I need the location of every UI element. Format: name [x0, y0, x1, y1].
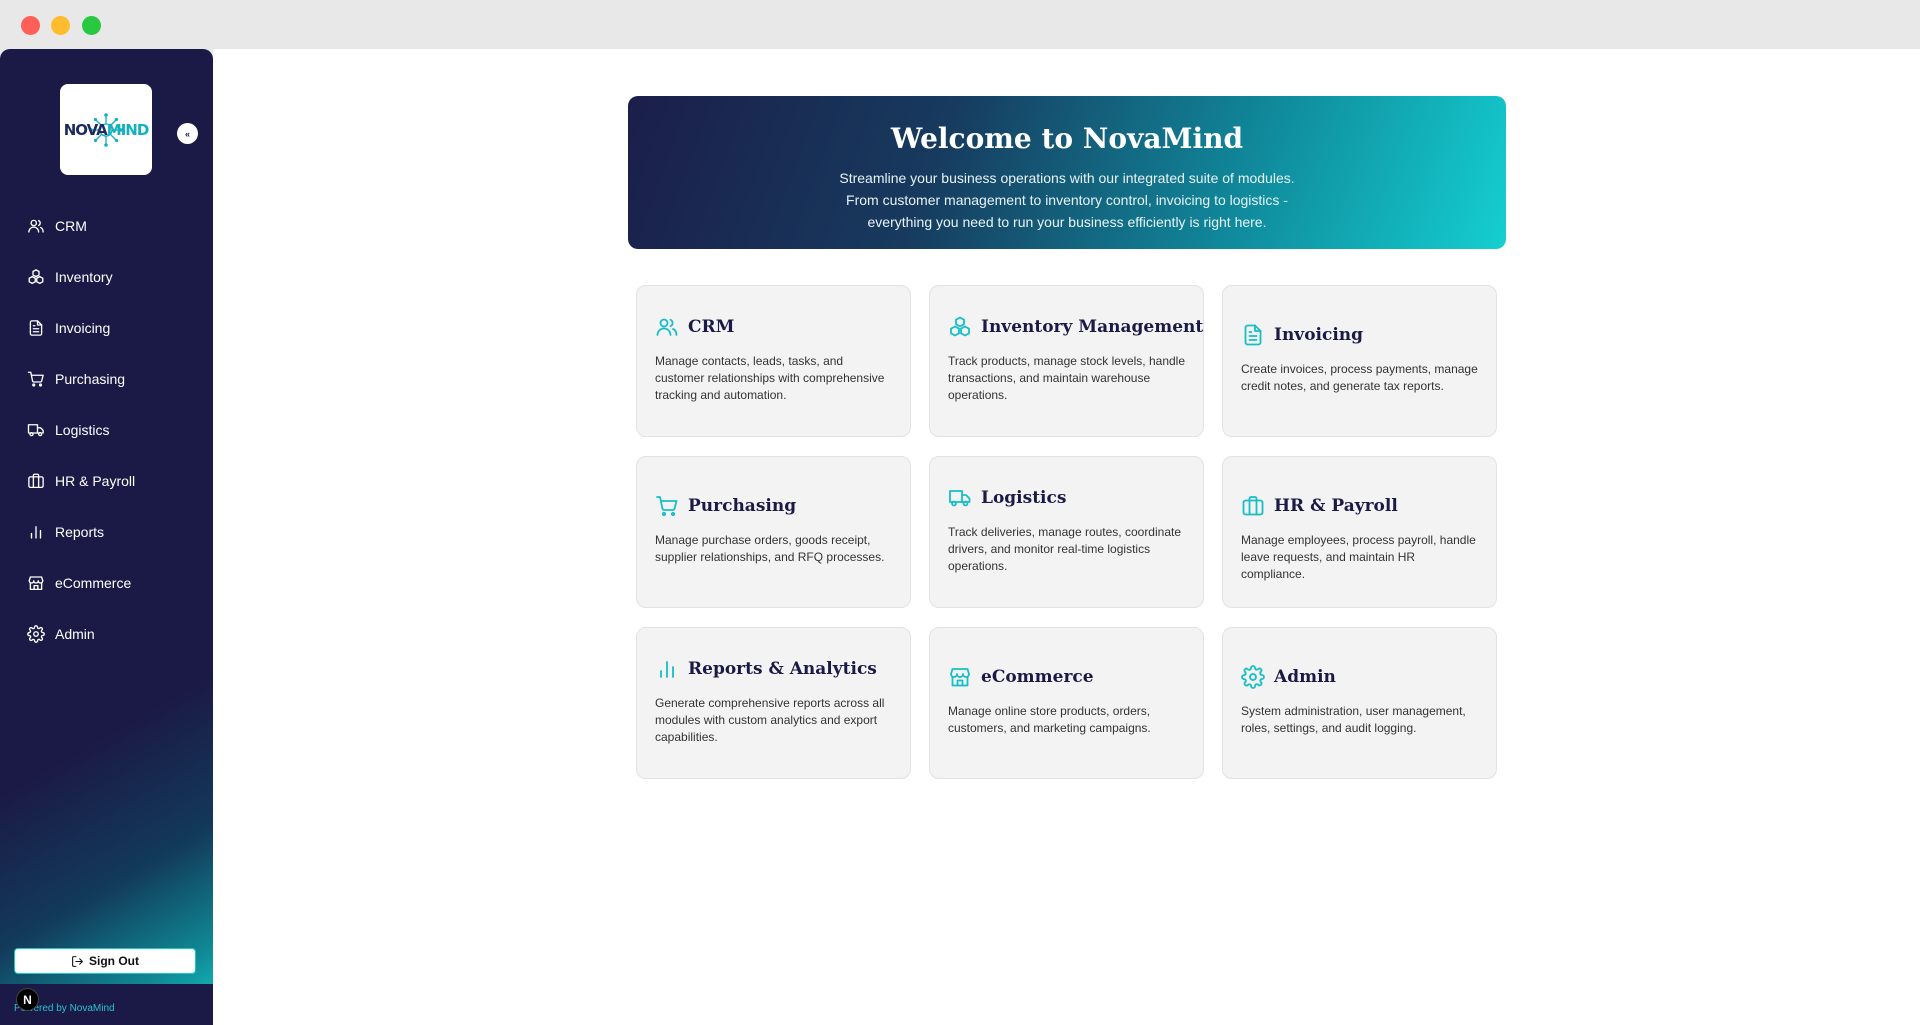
sidebar-item-label: Admin: [55, 625, 95, 642]
module-card-title: CRM: [688, 317, 735, 337]
module-card-title: Logistics: [981, 488, 1067, 508]
boxes-icon: [948, 315, 972, 339]
module-card-reports[interactable]: Reports & Analytics Generate comprehensi…: [636, 627, 911, 779]
sidebar-item-label: eCommerce: [55, 574, 132, 591]
module-card-purchasing[interactable]: Purchasing Manage purchase orders, goods…: [636, 456, 911, 608]
truck-icon: [948, 486, 972, 510]
logout-icon: [71, 955, 84, 968]
module-card-description: Manage online store products, orders, cu…: [948, 704, 1151, 735]
sidebar-item-label: Invoicing: [55, 319, 111, 336]
sidebar-item-logistics[interactable]: Logistics: [0, 404, 213, 455]
module-card-crm[interactable]: CRM Manage contacts, leads, tasks, and c…: [636, 285, 911, 437]
sidebar-item-crm[interactable]: CRM: [0, 200, 213, 251]
sidebar-item-admin[interactable]: Admin: [0, 608, 213, 659]
module-card-invoicing[interactable]: Invoicing Create invoices, process payme…: [1222, 285, 1497, 437]
module-card-ecommerce[interactable]: eCommerce Manage online store products, …: [929, 627, 1204, 779]
sidebar: NOVAMIND « CRM Inventory Invoicing Purch…: [0, 49, 213, 1025]
module-card-description: Track products, manage stock levels, han…: [948, 354, 1186, 402]
sign-out-button[interactable]: Sign Out: [14, 948, 196, 974]
sidebar-item-invoicing[interactable]: Invoicing: [0, 302, 213, 353]
main-content: Welcome to NovaMind Streamline your busi…: [213, 49, 1920, 1025]
sign-out-label: Sign Out: [89, 954, 139, 968]
welcome-banner: Welcome to NovaMind Streamline your busi…: [628, 96, 1506, 249]
app-logo[interactable]: NOVAMIND: [60, 84, 152, 175]
module-card-description: Manage contacts, leads, tasks, and custo…: [655, 354, 885, 402]
cart-icon: [655, 494, 679, 518]
logo-wordmark: NOVAMIND: [63, 120, 150, 139]
users-icon: [655, 315, 679, 339]
module-card-admin[interactable]: Admin System administration, user manage…: [1222, 627, 1497, 779]
module-card-description: Track deliveries, manage routes, coordin…: [948, 525, 1182, 573]
module-card-title: Admin: [1274, 667, 1336, 687]
gear-icon: [27, 625, 45, 643]
module-card-title: Invoicing: [1274, 325, 1364, 345]
gear-icon: [1241, 665, 1265, 689]
sidebar-item-purchasing[interactable]: Purchasing: [0, 353, 213, 404]
sidebar-item-inventory[interactable]: Inventory: [0, 251, 213, 302]
window-close-button[interactable]: [21, 16, 40, 35]
store-icon: [27, 574, 45, 592]
module-card-title: Purchasing: [688, 496, 797, 516]
sidebar-item-label: Logistics: [55, 421, 110, 438]
sidebar-item-label: HR & Payroll: [55, 472, 136, 489]
module-card-title: HR & Payroll: [1274, 496, 1398, 516]
truck-icon: [27, 421, 45, 439]
sidebar-item-reports[interactable]: Reports: [0, 506, 213, 557]
module-card-description: Manage purchase orders, goods receipt, s…: [655, 533, 885, 564]
bar-chart-icon: [655, 657, 679, 681]
sidebar-item-label: CRM: [55, 217, 87, 234]
module-card-description: System administration, user management, …: [1241, 704, 1466, 735]
module-card-description: Generate comprehensive reports across al…: [655, 696, 885, 744]
module-card-inventory[interactable]: Inventory Management Track products, man…: [929, 285, 1204, 437]
store-icon: [948, 665, 972, 689]
document-icon: [27, 319, 45, 337]
module-card-title: Inventory Management: [981, 317, 1204, 337]
module-card-title: Reports & Analytics: [688, 659, 877, 679]
module-card-logistics[interactable]: Logistics Track deliveries, manage route…: [929, 456, 1204, 608]
window-maximize-button[interactable]: [82, 16, 101, 35]
module-card-hr-payroll[interactable]: HR & Payroll Manage employees, process p…: [1222, 456, 1497, 608]
welcome-description: Streamline your business operations with…: [839, 170, 1295, 230]
bar-chart-icon: [27, 523, 45, 541]
window-titlebar: [0, 0, 1920, 49]
briefcase-icon: [27, 472, 45, 490]
sidebar-item-label: Purchasing: [55, 370, 126, 387]
window-minimize-button[interactable]: [51, 16, 70, 35]
module-card-description: Manage employees, process payroll, handl…: [1241, 533, 1476, 581]
document-icon: [1241, 323, 1265, 347]
boxes-icon: [27, 268, 45, 286]
sidebar-item-label: Inventory: [55, 268, 113, 285]
dev-tools-badge[interactable]: N: [16, 988, 39, 1011]
page-title: Welcome to NovaMind: [890, 122, 1244, 155]
briefcase-icon: [1241, 494, 1265, 518]
sidebar-item-hr-payroll[interactable]: HR & Payroll: [0, 455, 213, 506]
sidebar-collapse-button[interactable]: «: [177, 123, 198, 144]
sidebar-item-label: Reports: [55, 523, 105, 540]
sidebar-nav: CRM Inventory Invoicing Purchasing Logis…: [0, 200, 213, 659]
module-card-description: Create invoices, process payments, manag…: [1241, 362, 1478, 393]
users-icon: [27, 217, 45, 235]
cart-icon: [27, 370, 45, 388]
module-card-title: eCommerce: [981, 667, 1094, 687]
sidebar-item-ecommerce[interactable]: eCommerce: [0, 557, 213, 608]
